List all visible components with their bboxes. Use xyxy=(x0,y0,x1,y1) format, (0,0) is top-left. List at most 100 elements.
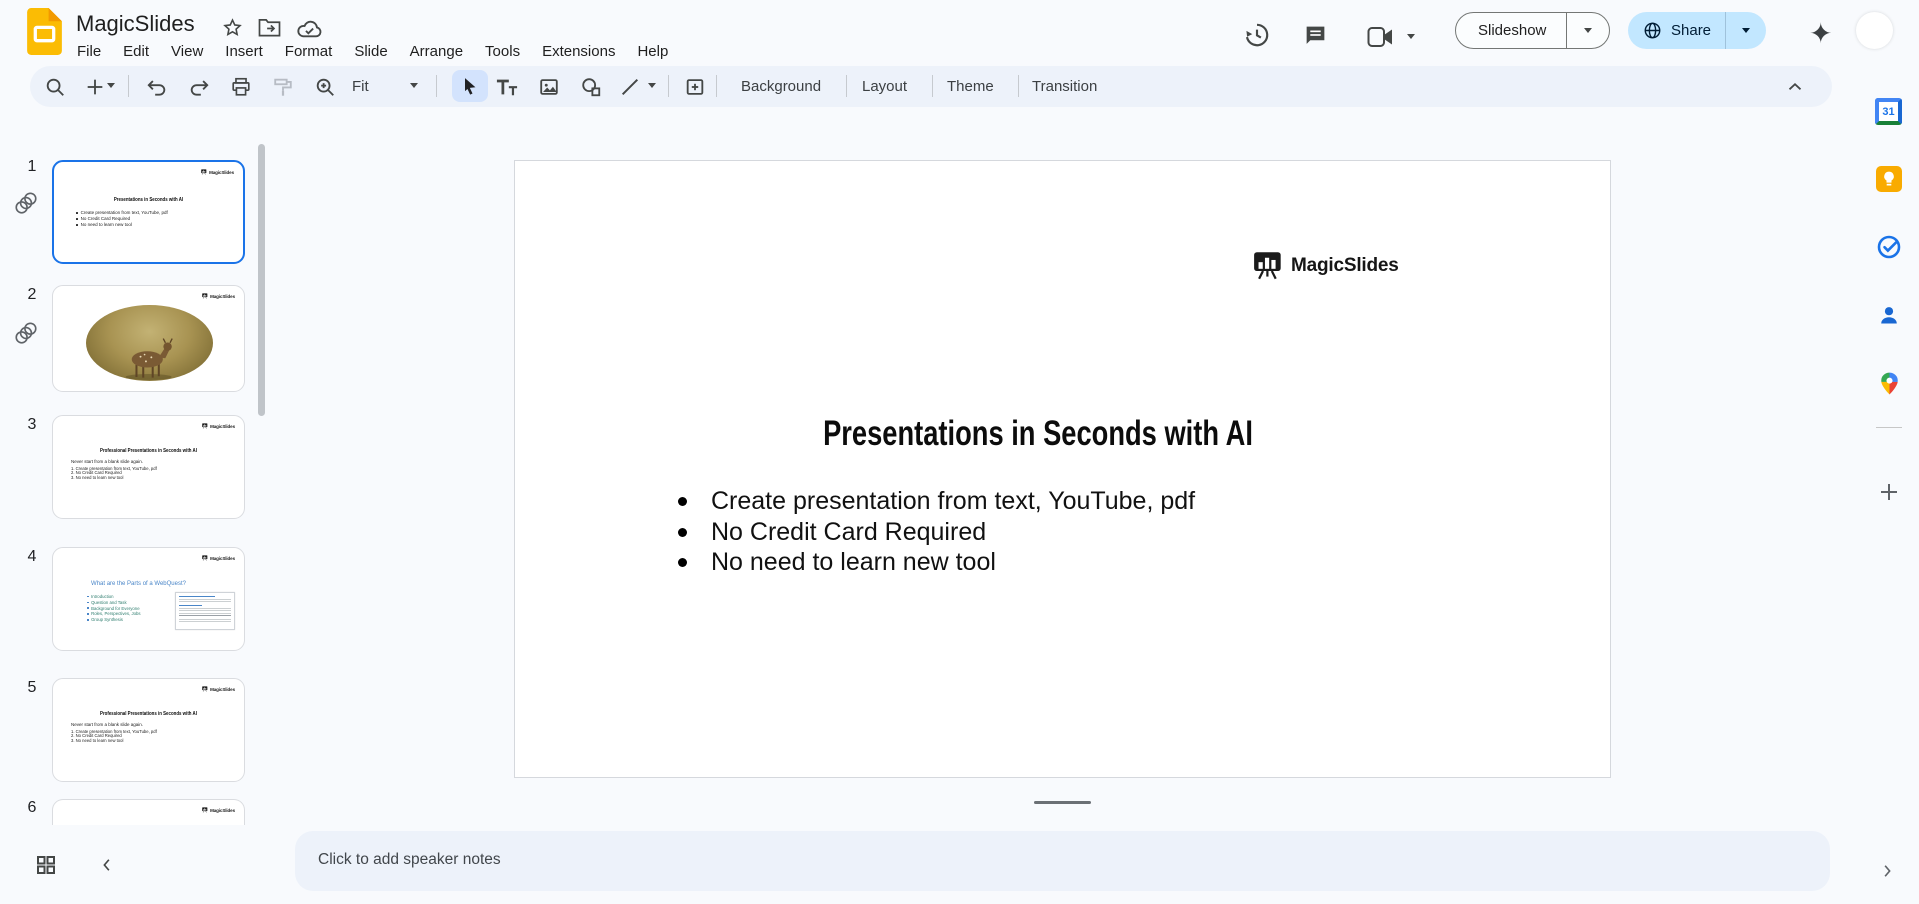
slide-thumbnail-5[interactable]: MagicSlides Professional Presentations i… xyxy=(52,678,245,782)
slideshow-button[interactable]: Slideshow xyxy=(1456,22,1566,39)
contacts-icon[interactable] xyxy=(1877,303,1901,327)
collapse-toolbar-icon[interactable] xyxy=(1784,76,1806,98)
layout-button[interactable]: Layout xyxy=(862,75,907,99)
thumb-bullets: Introduction Question and Task Backgroun… xyxy=(87,594,141,623)
thumb-title: Professional Presentations in Seconds wi… xyxy=(100,711,197,717)
slideshow-dropdown[interactable] xyxy=(1567,13,1609,48)
redo-icon[interactable] xyxy=(186,74,212,100)
transition-applied-icon[interactable] xyxy=(13,320,39,346)
thumb-title: What are the Parts of a WebQuest? xyxy=(91,581,186,587)
text-box-icon[interactable] xyxy=(494,74,520,100)
slide-thumbnail-2[interactable]: MagicSlides xyxy=(52,285,245,392)
transition-button[interactable]: Transition xyxy=(1032,75,1097,99)
menu-slide[interactable]: Slide xyxy=(343,40,398,64)
slide-thumbnail-4[interactable]: MagicSlides What are the Parts of a WebQ… xyxy=(52,547,245,651)
menu-file[interactable]: File xyxy=(66,40,112,64)
menu-extensions[interactable]: Extensions xyxy=(531,40,626,64)
chevron-down-icon xyxy=(1742,28,1751,33)
thumb-brand-logo: MagicSlides xyxy=(201,169,234,175)
bullet-dot xyxy=(678,558,687,567)
magicslides-board-icon xyxy=(202,423,208,429)
undo-icon[interactable] xyxy=(144,74,170,100)
calendar-icon[interactable]: 31 xyxy=(1875,98,1902,125)
magicslides-board-icon xyxy=(202,686,208,692)
toolbar-divider xyxy=(846,75,847,97)
share-button-group: Share xyxy=(1628,12,1767,49)
slide-thumbnail-6[interactable]: MagicSlides xyxy=(52,799,245,825)
slides-logo-icon xyxy=(27,8,62,55)
speaker-notes-panel[interactable]: Click to add speaker notes xyxy=(295,831,1830,891)
insert-placeholder-icon[interactable] xyxy=(682,74,708,100)
star-icon[interactable] xyxy=(222,17,243,38)
new-slide-dropdown-caret[interactable] xyxy=(107,83,115,88)
speaker-notes-placeholder[interactable]: Click to add speaker notes xyxy=(318,851,501,869)
gemini-icon[interactable]: ✦ xyxy=(1809,20,1832,48)
new-slide-button[interactable] xyxy=(82,74,108,100)
insert-shape-icon[interactable] xyxy=(578,74,604,100)
background-button[interactable]: Background xyxy=(741,75,821,99)
menu-insert[interactable]: Insert xyxy=(214,40,274,64)
menu-view[interactable]: View xyxy=(160,40,214,64)
comments-icon[interactable] xyxy=(1303,23,1328,48)
paint-format-icon[interactable] xyxy=(270,74,296,100)
share-button[interactable]: Share xyxy=(1662,22,1725,39)
insert-line-icon[interactable] xyxy=(617,74,643,100)
get-addons-icon[interactable] xyxy=(1877,480,1901,504)
slide-number-4: 4 xyxy=(27,548,37,565)
avatar[interactable] xyxy=(1856,12,1893,49)
slide-bullet-list[interactable]: Create presentation from text, YouTube, … xyxy=(678,486,1195,578)
print-icon[interactable] xyxy=(228,74,254,100)
grid-view-icon[interactable] xyxy=(34,853,58,877)
share-dropdown[interactable] xyxy=(1726,12,1766,49)
filmstrip-scrollbar[interactable] xyxy=(258,144,265,416)
toolbar-divider xyxy=(436,75,437,97)
bullet-dot xyxy=(678,497,687,506)
keep-icon[interactable] xyxy=(1876,166,1902,192)
magicslides-board-icon xyxy=(201,169,207,175)
toolbar-divider xyxy=(668,75,669,97)
slide-thumbnail-1[interactable]: MagicSlides Presentations in Seconds wit… xyxy=(52,160,245,264)
menu-tools[interactable]: Tools xyxy=(474,40,531,64)
thumb-brand-logo: MagicSlides xyxy=(202,686,235,692)
version-history-icon[interactable] xyxy=(1243,21,1271,49)
meet-camera-icon[interactable] xyxy=(1366,26,1396,48)
slide-canvas[interactable]: MagicSlides Presentations in Seconds wit… xyxy=(514,160,1611,778)
zoom-icon[interactable] xyxy=(312,74,338,100)
cloud-saved-icon[interactable] xyxy=(296,18,323,39)
maps-icon[interactable] xyxy=(1877,371,1902,396)
notes-resize-handle[interactable] xyxy=(1034,801,1091,804)
toolbar xyxy=(30,66,1832,107)
magicslides-board-icon xyxy=(1253,251,1284,280)
deer-photo-oval xyxy=(86,305,213,381)
chevron-down-icon xyxy=(1584,28,1593,33)
thumb-brand-logo: MagicSlides xyxy=(202,555,235,561)
search-menus-icon[interactable] xyxy=(42,74,68,100)
theme-button[interactable]: Theme xyxy=(947,75,994,99)
cursor-icon xyxy=(465,78,476,95)
menu-edit[interactable]: Edit xyxy=(112,40,160,64)
slide-title[interactable]: Presentations in Seconds with AI xyxy=(703,414,1374,454)
document-title[interactable]: MagicSlides xyxy=(76,11,195,37)
insert-image-icon[interactable] xyxy=(536,74,562,100)
slide-number-3: 3 xyxy=(27,416,37,433)
line-dropdown-caret[interactable] xyxy=(648,83,656,88)
tasks-icon[interactable] xyxy=(1876,234,1902,260)
thumb-bullets: Create presentation from text, YouTube, … xyxy=(76,210,168,228)
zoom-select[interactable]: Fit xyxy=(352,75,369,99)
transition-applied-icon[interactable] xyxy=(13,190,39,216)
menu-format[interactable]: Format xyxy=(274,40,344,64)
globe-icon xyxy=(1628,21,1662,40)
camera-dropdown-caret[interactable] xyxy=(1407,34,1415,39)
deer-image xyxy=(125,338,173,380)
select-tool-button[interactable] xyxy=(452,70,488,102)
toolbar-divider xyxy=(128,75,129,97)
zoom-dropdown-caret[interactable] xyxy=(410,83,418,88)
slides-app-icon[interactable] xyxy=(27,8,62,55)
menu-help[interactable]: Help xyxy=(626,40,679,64)
open-panel-icon[interactable] xyxy=(1878,862,1896,880)
collapse-filmstrip-icon[interactable] xyxy=(98,856,116,874)
slide-number-5: 5 xyxy=(27,679,37,696)
menu-arrange[interactable]: Arrange xyxy=(399,40,474,64)
move-folder-icon[interactable] xyxy=(258,18,281,38)
slide-thumbnail-3[interactable]: MagicSlides Professional Presentations i… xyxy=(52,415,245,519)
